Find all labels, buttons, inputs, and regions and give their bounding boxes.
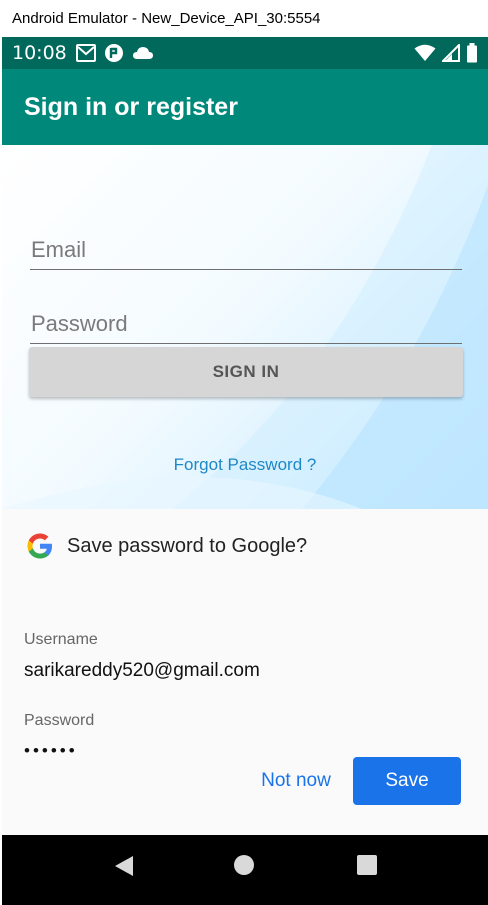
gmail-icon [76,44,96,62]
status-bar: 10:08 [2,37,488,69]
save-password-sheet: Save password to Google? Username sarika… [2,509,488,835]
login-content: Email Password SIGN IN Forgot Password ? [2,145,488,509]
password-value: •••••• [24,741,78,760]
email-placeholder: Email [31,237,87,262]
password-field[interactable]: Password [30,299,462,344]
cloud-icon [133,47,153,59]
device-screen: 10:08 Sign in or register Email Password… [2,37,488,905]
navigation-bar [2,835,488,897]
cell-signal-icon [442,44,460,62]
email-field[interactable]: Email [30,225,462,270]
sign-in-button[interactable]: SIGN IN [29,347,463,397]
back-icon[interactable] [114,855,134,877]
battery-icon [467,43,477,63]
not-now-button[interactable]: Not now [248,757,344,805]
status-time: 10:08 [12,42,67,64]
page-title: Sign in or register [24,93,238,121]
app-bar: Sign in or register [2,69,488,145]
sheet-title: Save password to Google? [67,535,308,557]
emulator-window-title: Android Emulator - New_Device_API_30:555… [0,0,488,37]
recents-icon[interactable] [357,855,377,875]
app-notification-icon [105,44,123,62]
password-placeholder: Password [31,311,128,336]
username-value: sarikareddy520@gmail.com [24,660,260,681]
google-logo-icon [27,533,52,559]
forgot-password-link[interactable]: Forgot Password ? [2,455,488,475]
password-label: Password [24,712,95,729]
wifi-icon [414,44,436,61]
username-label: Username [24,631,98,648]
home-icon[interactable] [234,855,254,875]
save-button[interactable]: Save [353,757,461,805]
